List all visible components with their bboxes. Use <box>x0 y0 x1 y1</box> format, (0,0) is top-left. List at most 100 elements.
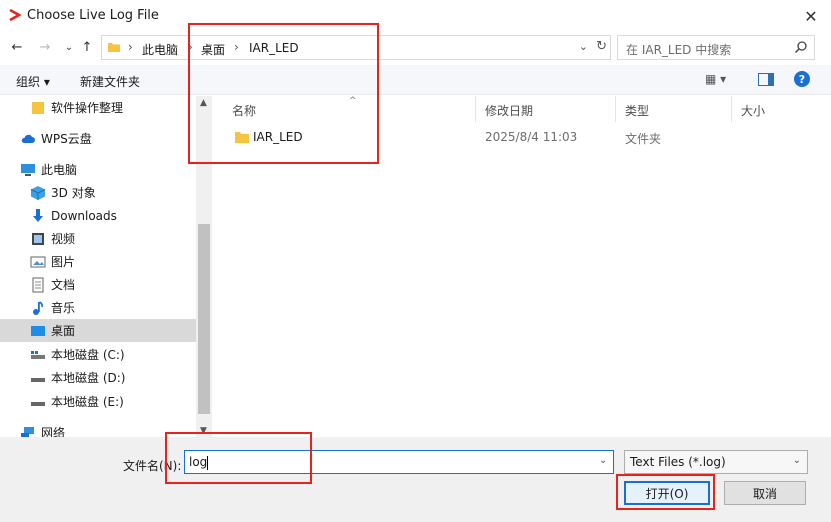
refresh-icon[interactable]: ↻ <box>596 39 607 54</box>
drive-icon <box>30 394 46 410</box>
sidebar-scrollbar[interactable]: ▲ ▼ <box>196 96 212 437</box>
sidebar-item-label: 音乐 <box>51 301 76 315</box>
dialog-footer: 文件名(N): log ⌄ Text Files (*.log) ⌄ 打开(O)… <box>0 437 831 522</box>
view-options-button[interactable]: ▦ ▾ <box>705 72 726 86</box>
filetype-select[interactable]: Text Files (*.log) ⌄ <box>624 450 808 474</box>
chevron-down-icon: ⌄ <box>792 455 801 466</box>
file-type: 文件夹 <box>625 132 662 146</box>
title-bar: Choose Live Log File ✕ <box>0 0 831 33</box>
sort-ascending-icon: ^ <box>349 96 357 106</box>
sidebar-item-desktop[interactable]: 桌面 <box>0 319 196 342</box>
column-header-type[interactable]: 类型 <box>625 102 649 119</box>
network-icon <box>20 425 36 437</box>
sidebar-item-label: 本地磁盘 (E:) <box>51 395 124 409</box>
column-header-modified[interactable]: 修改日期 <box>485 102 533 119</box>
back-button[interactable]: ← <box>8 38 26 56</box>
breadcrumb-separator: › <box>128 40 133 54</box>
scroll-down-icon[interactable]: ▼ <box>200 426 207 436</box>
column-divider[interactable] <box>615 96 616 122</box>
scrollbar-thumb[interactable] <box>198 224 210 414</box>
drive-icon <box>30 370 46 386</box>
breadcrumb-iar-led[interactable]: IAR_LED <box>249 41 299 55</box>
column-header-name[interactable]: 名称 <box>232 102 256 119</box>
sidebar-item-label: 图片 <box>51 255 76 269</box>
desktop-icon <box>30 323 46 339</box>
sidebar-item-pictures[interactable]: 图片 <box>0 250 196 273</box>
sidebar-item-label: 3D 对象 <box>51 186 96 200</box>
breadcrumb-this-pc[interactable]: 此电脑 <box>142 41 178 58</box>
sidebar-item-3d-objects[interactable]: 3D 对象 <box>0 181 196 204</box>
navigation-pane: 软件操作整理 WPS云盘 此电脑 3D 对象 Downloads 视频 图片 文… <box>0 96 196 437</box>
sidebar-item-label: 本地磁盘 (C:) <box>51 348 125 362</box>
file-modified-date: 2025/8/4 11:03 <box>485 130 578 144</box>
sidebar-item-label: WPS云盘 <box>41 132 92 146</box>
filename-input[interactable]: log <box>184 450 614 474</box>
sidebar-item-label: 此电脑 <box>41 163 78 177</box>
breadcrumb-separator: › <box>234 40 239 54</box>
drive-icon <box>30 347 46 363</box>
open-button[interactable]: 打开(O) <box>624 481 710 505</box>
music-icon <box>30 300 46 316</box>
file-name: IAR_LED <box>253 130 303 144</box>
search-icon <box>794 41 807 54</box>
sidebar-item-label: 文档 <box>51 278 76 292</box>
sidebar-item-label: 桌面 <box>51 324 76 338</box>
column-divider[interactable] <box>475 96 476 122</box>
breadcrumb-desktop[interactable]: 桌面 <box>201 41 225 58</box>
close-button[interactable]: ✕ <box>791 0 831 33</box>
sidebar-item-documents[interactable]: 文档 <box>0 273 196 296</box>
scroll-up-icon[interactable]: ▲ <box>200 98 207 108</box>
cloud-icon <box>20 131 36 147</box>
address-bar[interactable]: › 此电脑 › 桌面 › IAR_LED ⌄ ↻ <box>101 35 611 60</box>
sidebar-item-music[interactable]: 音乐 <box>0 296 196 319</box>
cube-icon <box>30 185 46 201</box>
sidebar-item-drive-c[interactable]: 本地磁盘 (C:) <box>0 343 196 366</box>
filename-value: log <box>189 455 208 469</box>
sidebar-item-this-pc[interactable]: 此电脑 <box>0 158 196 181</box>
folder-icon <box>108 43 120 52</box>
sidebar-item-label: 视频 <box>51 232 76 246</box>
column-header-size[interactable]: 大小 <box>741 102 765 119</box>
picture-icon <box>30 254 46 270</box>
preview-pane-icon[interactable] <box>758 73 774 86</box>
help-icon[interactable]: ? <box>794 71 810 87</box>
recent-locations-button[interactable]: ⌄ <box>60 38 78 56</box>
new-folder-button[interactable]: 新建文件夹 <box>80 73 140 90</box>
sidebar-item-drive-d[interactable]: 本地磁盘 (D:) <box>0 366 196 389</box>
computer-icon <box>20 162 36 178</box>
text-caret <box>207 455 209 470</box>
chevron-down-icon[interactable]: ⌄ <box>599 455 607 466</box>
folder-icon <box>30 100 46 116</box>
search-placeholder: 在 IAR_LED 中搜索 <box>626 43 732 57</box>
sidebar-item-label: 软件操作整理 <box>51 101 124 115</box>
command-bar: 组织 ▾ 新建文件夹 ▦ ▾ ? <box>0 65 831 95</box>
navigation-bar: ← → ⌄ ↑ › 此电脑 › 桌面 › IAR_LED ⌄ ↻ 在 IAR_L… <box>0 33 831 63</box>
up-button[interactable]: ↑ <box>78 38 96 56</box>
sidebar-item-drive-e[interactable]: 本地磁盘 (E:) <box>0 390 196 413</box>
sidebar-item-label: 网络 <box>41 426 66 437</box>
download-icon <box>30 208 46 224</box>
sidebar-item-videos[interactable]: 视频 <box>0 227 196 250</box>
filename-label: 文件名(N): <box>123 459 182 473</box>
sidebar-item-label: Downloads <box>51 208 117 223</box>
cancel-button[interactable]: 取消 <box>724 481 806 505</box>
column-divider[interactable] <box>731 96 732 122</box>
file-list: ^ 名称 修改日期 类型 大小 IAR_LED 2025/8/4 11:03 文… <box>213 96 831 437</box>
window-title: Choose Live Log File <box>27 8 159 23</box>
sidebar-item-wps-cloud[interactable]: WPS云盘 <box>0 127 196 150</box>
sidebar-item-network[interactable]: 网络 <box>0 421 196 437</box>
sidebar-item-software-notes[interactable]: 软件操作整理 <box>0 96 196 119</box>
folder-icon <box>235 132 249 143</box>
filetype-value: Text Files (*.log) <box>630 455 726 469</box>
breadcrumb-separator: › <box>188 40 193 54</box>
sidebar-item-downloads[interactable]: Downloads <box>0 204 196 227</box>
file-row[interactable]: IAR_LED 2025/8/4 11:03 文件夹 <box>213 126 813 148</box>
forward-button[interactable]: → <box>36 38 54 56</box>
app-icon <box>9 8 22 22</box>
document-icon <box>30 277 46 293</box>
video-icon <box>30 231 46 247</box>
search-box[interactable]: 在 IAR_LED 中搜索 <box>617 35 815 60</box>
organize-button[interactable]: 组织 ▾ <box>16 73 50 90</box>
chevron-down-icon[interactable]: ⌄ <box>579 40 588 53</box>
sidebar-item-label: 本地磁盘 (D:) <box>51 371 126 385</box>
